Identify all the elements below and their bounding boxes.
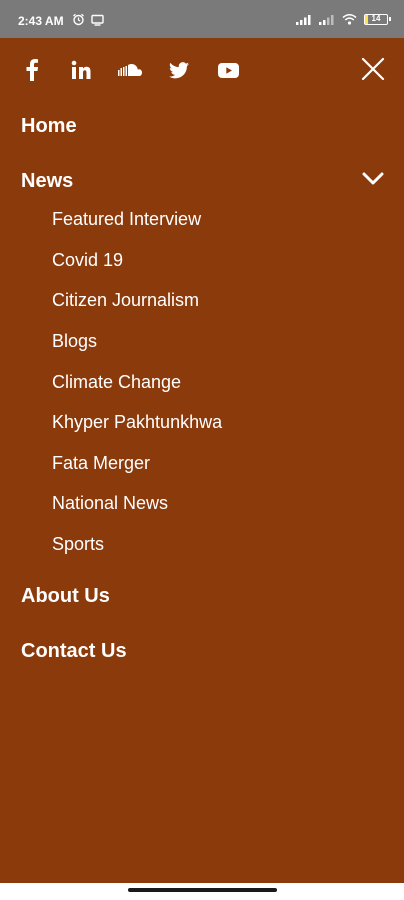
submenu-item-climate-change[interactable]: Climate Change [52,372,181,393]
submenu-item-citizen-journalism[interactable]: Citizen Journalism [52,290,199,311]
status-bar: 2:43 AM 14 [0,0,404,38]
wifi-icon [342,14,357,25]
menu-item-contact-us[interactable]: Contact Us [21,640,127,663]
linkedin-icon [71,60,91,79]
status-system-icons: 14 [296,13,391,25]
twitter-link[interactable] [167,58,191,82]
submenu-item-fata-merger[interactable]: Fata Merger [52,453,150,474]
menu-item-about-us[interactable]: About Us [21,585,110,608]
soundcloud-link[interactable] [118,58,142,82]
submenu-item-featured-interview[interactable]: Featured Interview [52,209,201,230]
facebook-link[interactable] [20,58,44,82]
system-navigation-bar [0,883,404,900]
twitter-icon [169,61,189,78]
close-button[interactable] [360,56,386,82]
menu-item-news[interactable]: News [21,170,73,193]
navigation-drawer: Home News Featured Interview Covid 19 Ci… [0,38,404,883]
submenu-item-national-news[interactable]: National News [52,493,168,514]
battery-level: 14 [371,13,381,23]
youtube-icon [217,62,239,78]
chevron-down-icon[interactable] [362,172,384,186]
status-notification-icons [72,13,104,26]
facebook-icon [26,59,38,81]
submenu-item-blogs[interactable]: Blogs [52,331,97,352]
submenu-item-covid-19[interactable]: Covid 19 [52,250,123,271]
youtube-link[interactable] [216,58,240,82]
cellular-signal-2-icon [319,14,334,25]
cellular-signal-icon [296,14,311,25]
home-indicator[interactable] [128,888,277,892]
submenu-item-sports[interactable]: Sports [52,534,104,555]
social-links [20,56,265,84]
screen-cast-icon [91,14,104,26]
alarm-icon [73,13,84,26]
close-icon [361,57,385,81]
soundcloud-icon [118,64,142,76]
submenu-item-khyper-pakhtunkhwa[interactable]: Khyper Pakhtunkhwa [52,412,222,433]
linkedin-link[interactable] [69,58,93,82]
status-time: 2:43 AM [18,14,64,28]
menu-item-home[interactable]: Home [21,115,77,138]
battery-icon: 14 [364,13,391,25]
